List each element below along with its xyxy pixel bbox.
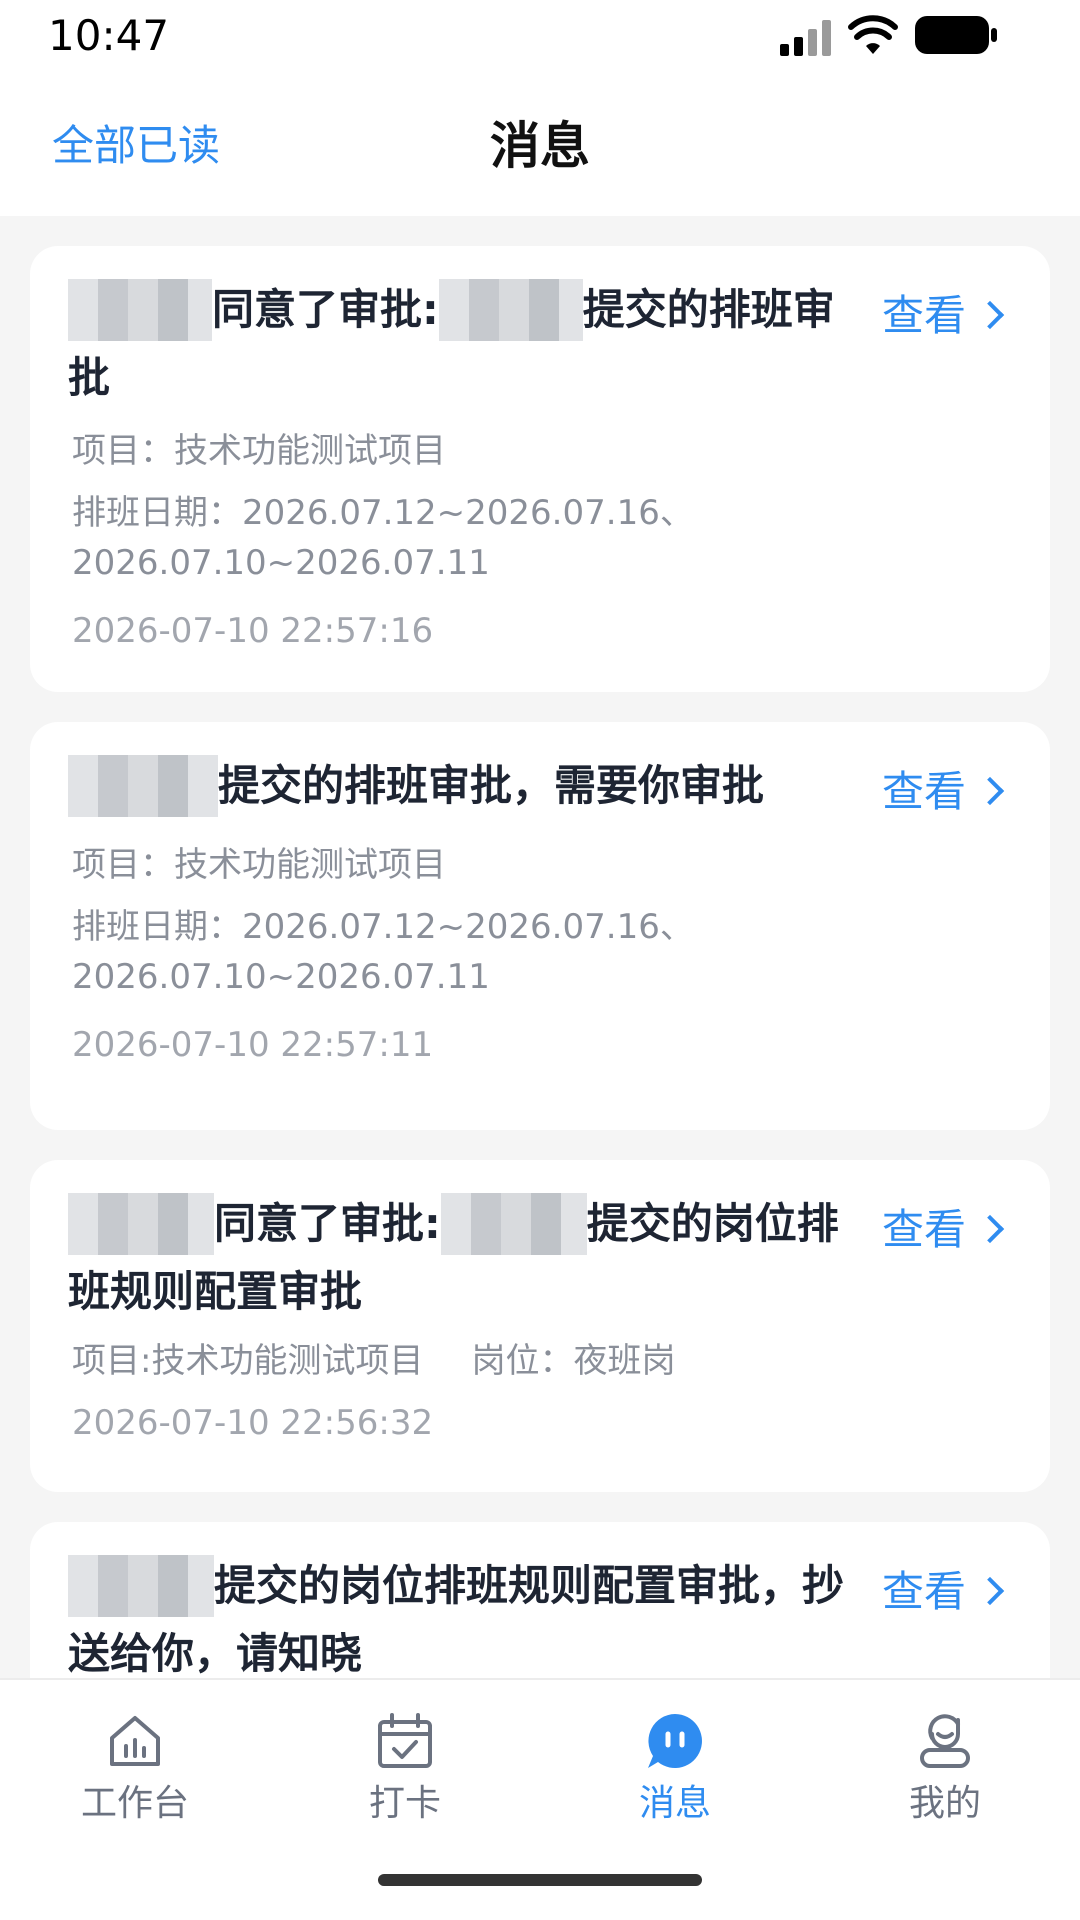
message-card[interactable]: 同意了审批: 提交的排班审批 查看 项目：技术功能测试项目 排班日期：2026.0… [30,246,1050,692]
battery-icon [915,16,997,54]
post-label: 岗位：夜班岗 [471,1341,676,1381]
chevron-right-icon [975,776,1005,805]
calendar-check-icon [378,1713,432,1768]
view-button[interactable]: 查看 [882,288,1005,344]
message-title: 提交的排班审批，需要你审批 [68,752,858,820]
message-card[interactable]: 同意了审批: 提交的岗位排班规则配置审批 查看 项目:技术功能测试项目 岗位：夜班岗… [30,1160,1050,1492]
message-title: 提交的岗位排班规则配置审批，抄送给你，请知晓 [68,1552,858,1688]
message-icon [648,1714,702,1768]
redacted-name [68,1192,214,1255]
message-title: 同意了审批: 提交的岗位排班规则配置审批 [68,1190,858,1326]
status-bar: 10:47 [0,0,1080,80]
chevron-right-icon [975,300,1005,329]
redacted-name [438,278,583,341]
project-label: 项目:技术功能测试项目 [72,1341,424,1381]
tab-check-in[interactable]: 打卡 [325,1710,485,1840]
tab-messages[interactable]: 消息 [595,1710,755,1840]
workbench-icon [110,1716,160,1766]
tab-profile[interactable]: 我的 [865,1710,1025,1840]
nav-bar: 全部已读 消息 [0,80,1080,216]
profile-icon [920,1714,970,1768]
chevron-right-icon [975,1576,1005,1605]
message-title: 同意了审批: 提交的排班审批 [68,276,858,412]
redacted-name [68,754,218,817]
wifi-icon [848,15,898,54]
schedule-dates: 排班日期：2026.07.12~2026.07.16、2026.07.10~20… [72,907,694,997]
message-time: 2026-07-10 22:56:32 [72,1403,434,1443]
project-label: 项目：技术功能测试项目 [72,845,446,885]
view-button[interactable]: 查看 [882,1202,1005,1258]
schedule-dates: 排班日期：2026.07.12~2026.07.16、2026.07.10~20… [72,493,694,583]
message-time: 2026-07-10 22:57:16 [72,611,434,651]
view-button[interactable]: 查看 [882,1564,1005,1620]
view-button[interactable]: 查看 [882,764,1005,820]
redacted-name [440,1192,587,1255]
project-label: 项目：技术功能测试项目 [72,431,446,471]
message-card[interactable]: 提交的排班审批，需要你审批 查看 项目：技术功能测试项目 排班日期：2026.0… [30,722,1050,1130]
messages-screen: 10:47 全部已读 消息 同意了审批: 提交的排班审批 查看 项目：技术功能测… [0,0,1080,1920]
chevron-right-icon [975,1214,1005,1243]
tab-workbench[interactable]: 工作台 [55,1710,215,1840]
page-title: 消息 [490,117,590,175]
message-time: 2026-07-10 22:57:11 [72,1025,434,1065]
project-post-line: 项目:技术功能测试项目 岗位：夜班岗 [72,1336,972,1386]
redacted-name [68,1554,214,1617]
cellular-signal-icon [780,20,831,56]
redacted-name [68,278,212,341]
home-indicator [378,1874,702,1886]
status-time: 10:47 [48,11,170,60]
